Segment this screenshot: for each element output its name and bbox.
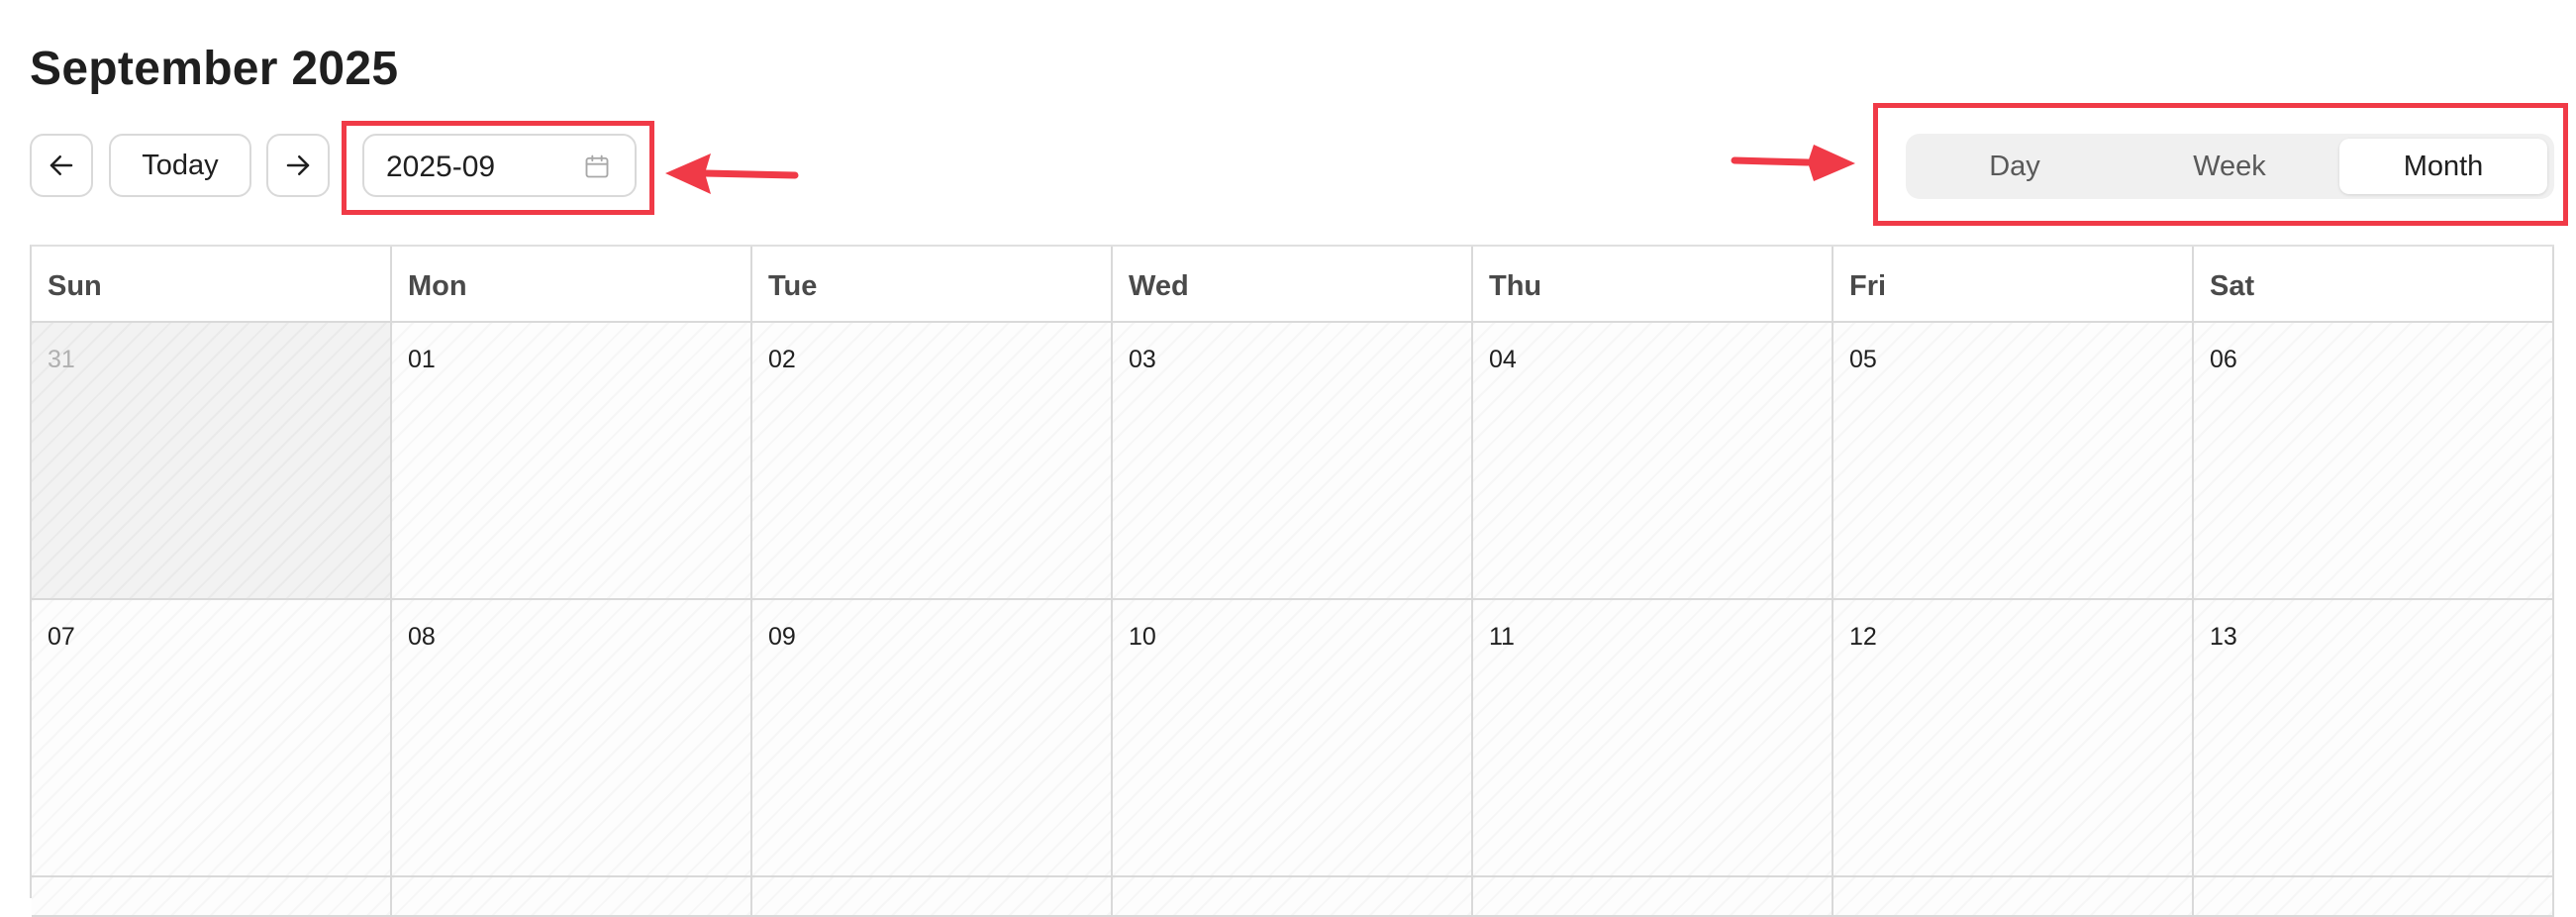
day-cell[interactable] <box>32 877 392 917</box>
day-cell[interactable]: 02 <box>752 323 1113 600</box>
month-calendar: Sun Mon Tue Wed Thu Fri Sat 31 01 02 03 … <box>30 245 2554 917</box>
day-number: 03 <box>1129 346 1156 373</box>
day-cell[interactable]: 12 <box>1833 600 2194 877</box>
day-number: 31 <box>48 346 75 373</box>
annotation-box-month-picker <box>342 121 654 215</box>
day-number: 06 <box>2210 346 2237 373</box>
day-number: 01 <box>408 346 436 373</box>
day-number: 02 <box>768 346 796 373</box>
day-number: 13 <box>2210 623 2237 651</box>
today-button[interactable]: Today <box>109 134 251 197</box>
arrow-left-icon <box>47 151 76 180</box>
weekday-header-tue: Tue <box>752 247 1113 323</box>
day-cell[interactable]: 03 <box>1113 323 1473 600</box>
weekday-header-wed: Wed <box>1113 247 1473 323</box>
day-cell[interactable]: 06 <box>2194 323 2554 600</box>
day-number: 05 <box>1849 346 1877 373</box>
day-cell[interactable] <box>2194 877 2554 917</box>
weekday-header-thu: Thu <box>1473 247 1833 323</box>
next-month-button[interactable] <box>266 134 330 197</box>
day-number: 08 <box>408 623 436 651</box>
day-cell[interactable] <box>1833 877 2194 917</box>
day-cell[interactable]: 01 <box>392 323 752 600</box>
day-number: 09 <box>768 623 796 651</box>
weekday-header-mon: Mon <box>392 247 752 323</box>
day-number: 07 <box>48 623 75 651</box>
calendar-grid: Sun Mon Tue Wed Thu Fri Sat 31 01 02 03 … <box>30 245 2554 917</box>
weekday-header-sat: Sat <box>2194 247 2554 323</box>
day-cell[interactable]: 07 <box>32 600 392 877</box>
day-cell[interactable]: 13 <box>2194 600 2554 877</box>
day-cell[interactable] <box>752 877 1113 917</box>
day-cell[interactable]: 11 <box>1473 600 1833 877</box>
weekday-header-fri: Fri <box>1833 247 2194 323</box>
day-cell[interactable] <box>1473 877 1833 917</box>
day-number: 10 <box>1129 623 1156 651</box>
arrow-right-icon <box>283 151 313 180</box>
day-number: 12 <box>1849 623 1877 651</box>
weekday-header-sun: Sun <box>32 247 392 323</box>
day-cell[interactable] <box>392 877 752 917</box>
day-number: 11 <box>1489 623 1515 651</box>
annotation-box-view-switcher <box>1873 103 2568 226</box>
day-cell[interactable]: 04 <box>1473 323 1833 600</box>
day-cell[interactable]: 09 <box>752 600 1113 877</box>
day-number: 04 <box>1489 346 1517 373</box>
annotation-arrow-left <box>665 153 799 194</box>
page-title: September 2025 <box>30 43 399 95</box>
day-cell[interactable]: 31 <box>32 323 392 600</box>
day-cell[interactable]: 05 <box>1833 323 2194 600</box>
previous-month-button[interactable] <box>30 134 93 197</box>
day-cell[interactable]: 10 <box>1113 600 1473 877</box>
day-cell[interactable]: 08 <box>392 600 752 877</box>
day-cell[interactable] <box>1113 877 1473 917</box>
annotation-arrow-right <box>1731 145 1855 181</box>
